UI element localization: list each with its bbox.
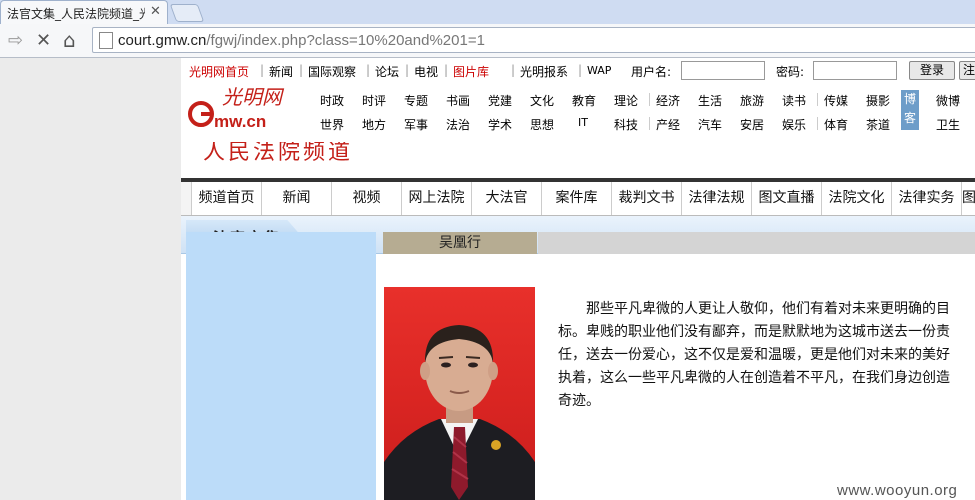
channel-nav-laws[interactable]: 法律法规 xyxy=(682,182,752,215)
top-link-papers[interactable]: 光明报系 xyxy=(520,63,568,80)
channel-nav-home[interactable]: 频道首页 xyxy=(192,182,262,215)
channel-nav-video[interactable]: 视频 xyxy=(332,182,402,215)
nav-local[interactable]: 地方 xyxy=(362,116,386,133)
main-nav: 时政 时评 专题 书画 党建 文化 教育 理论 经济 生活 旅游 读书 传媒 摄… xyxy=(318,86,975,138)
channel-nav-justices[interactable]: 大法官 xyxy=(472,182,542,215)
nav-auto[interactable]: 汽车 xyxy=(698,116,722,133)
nav-thought[interactable]: 思想 xyxy=(530,116,554,133)
channel-nav-online-court[interactable]: 网上法院 xyxy=(402,182,472,215)
logo-chinese: 光明网 xyxy=(222,85,285,109)
top-link-intl[interactable]: 国际观察 xyxy=(308,63,356,80)
nav-education[interactable]: 教育 xyxy=(572,92,596,109)
nav-culture[interactable]: 文化 xyxy=(530,92,554,109)
nav-tech[interactable]: 科技 xyxy=(614,116,638,133)
nav-entertainment[interactable]: 娱乐 xyxy=(782,116,806,133)
nav-it[interactable]: IT xyxy=(578,116,588,129)
nav-economy[interactable]: 经济 xyxy=(656,92,680,109)
channel-nav-court-culture[interactable]: 法院文化 xyxy=(822,182,892,215)
tab-title: 法官文集_人民法院频道_光 xyxy=(7,7,145,21)
nav-housing[interactable]: 安居 xyxy=(740,116,764,133)
close-tab-icon[interactable]: ✕ xyxy=(150,4,161,19)
forward-icon[interactable]: ⇨ xyxy=(8,30,23,51)
nav-academic[interactable]: 学术 xyxy=(488,116,512,133)
top-link-forum[interactable]: 论坛 xyxy=(375,63,399,80)
top-link-home[interactable]: 光明网首页 xyxy=(189,63,249,80)
address-bar[interactable]: court.gmw.cn/fgwj/index.php?class=10%20a… xyxy=(92,27,975,53)
top-link-wap[interactable]: WAP xyxy=(587,64,611,77)
new-tab-button[interactable] xyxy=(169,4,205,22)
nav-health[interactable]: 卫生 xyxy=(936,116,960,133)
channel-nav: 频道首页 新闻 视频 网上法院 大法官 案件库 裁判文书 法律法规 图文直播 法… xyxy=(181,182,975,216)
password-input[interactable] xyxy=(813,61,897,80)
page-icon xyxy=(99,32,113,49)
top-link-tv[interactable]: 电视 xyxy=(414,63,438,80)
article-text: 那些平凡卑微的人更让人敬仰，他们有着对未来更明确的目标。卑贱的职业他们没有鄙弃，… xyxy=(558,301,950,409)
banner-text: 人民法院频道 xyxy=(203,142,354,165)
nav-politics[interactable]: 时政 xyxy=(320,92,344,109)
nav-military[interactable]: 军事 xyxy=(404,116,428,133)
channel-nav-more[interactable]: 图 xyxy=(962,182,975,215)
nav-tea[interactable]: 茶道 xyxy=(866,116,890,133)
top-link-news[interactable]: 新闻 xyxy=(269,63,293,80)
nav-blog[interactable]: 博客 xyxy=(901,90,919,130)
author-name[interactable]: 吴凰行 xyxy=(383,232,537,254)
author-photo xyxy=(384,287,535,500)
left-sidebar xyxy=(186,232,376,500)
channel-nav-cases[interactable]: 案件库 xyxy=(542,182,612,215)
nav-photo[interactable]: 摄影 xyxy=(866,92,890,109)
nav-painting[interactable]: 书画 xyxy=(446,92,470,109)
password-label: 密码: xyxy=(776,65,805,79)
channel-nav-live[interactable]: 图文直播 xyxy=(752,182,822,215)
stop-icon[interactable]: ✕ xyxy=(36,30,51,51)
nav-media[interactable]: 传媒 xyxy=(824,92,848,109)
nav-world[interactable]: 世界 xyxy=(320,116,344,133)
nav-reading[interactable]: 读书 xyxy=(782,92,806,109)
channel-nav-practice[interactable]: 法律实务 xyxy=(892,182,962,215)
logo-text: mw.cn xyxy=(214,112,266,131)
web-page: 光明网首页 | 新闻 | 国际观察 | 论坛 | 电视 | 图片库 | 光明报系… xyxy=(0,58,975,500)
channel-banner: 人民法院频道 xyxy=(181,142,975,178)
url-text: court.gmw.cn/fgwj/index.php?class=10%20a… xyxy=(118,32,485,49)
tab-bar: 法官文集_人民法院频道_光 ✕ xyxy=(0,0,975,24)
top-links-bar: 光明网首页 | 新闻 | 国际观察 | 论坛 | 电视 | 图片库 | 光明报系… xyxy=(181,58,975,82)
channel-nav-news[interactable]: 新闻 xyxy=(262,182,332,215)
nav-comment[interactable]: 时评 xyxy=(362,92,386,109)
nav-life[interactable]: 生活 xyxy=(698,92,722,109)
nav-theory[interactable]: 理论 xyxy=(614,92,638,109)
article-body: 那些平凡卑微的人更让人敬仰，他们有着对未来更明确的目标。卑贱的职业他们没有鄙弃，… xyxy=(558,298,958,413)
watermark: www.wooyun.org xyxy=(837,482,958,499)
nav-party[interactable]: 党建 xyxy=(488,92,512,109)
nav-weibo[interactable]: 微博 xyxy=(936,92,960,109)
nav-travel[interactable]: 旅游 xyxy=(740,92,764,109)
nav-law[interactable]: 法治 xyxy=(446,116,470,133)
left-margin xyxy=(0,58,181,500)
login-button[interactable]: 登录 xyxy=(909,61,955,80)
home-icon[interactable]: ⌂ xyxy=(63,28,76,52)
username-label: 用户名: xyxy=(631,65,672,79)
top-link-photos[interactable]: 图片库 xyxy=(453,63,489,80)
browser-toolbar: ⇨ ✕ ⌂ court.gmw.cn/fgwj/index.php?class=… xyxy=(0,24,975,58)
register-button[interactable]: 注 xyxy=(959,61,975,80)
author-bar-fill xyxy=(538,232,975,254)
browser-tab[interactable]: 法官文集_人民法院频道_光 ✕ xyxy=(0,0,168,24)
gmw-logo[interactable]: 光明网 mw.cn xyxy=(188,84,308,134)
nav-topics[interactable]: 专题 xyxy=(404,92,428,109)
nav-sports[interactable]: 体育 xyxy=(824,116,848,133)
username-input[interactable] xyxy=(681,61,765,80)
channel-nav-judgments[interactable]: 裁判文书 xyxy=(612,182,682,215)
nav-industry[interactable]: 产经 xyxy=(656,116,680,133)
